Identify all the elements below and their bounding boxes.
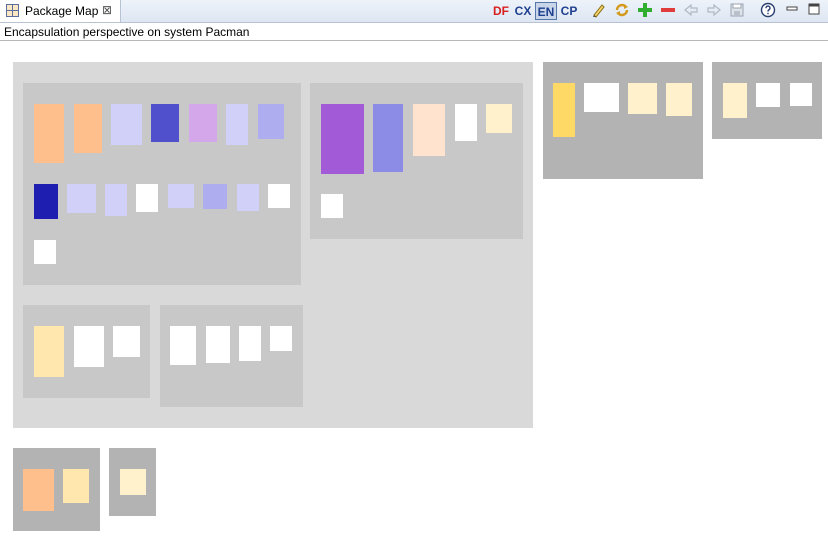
class-box[interactable]	[23, 469, 54, 511]
class-box[interactable]	[34, 240, 56, 264]
view-tab-bar: Package Map ⊠ DF CX EN CP	[0, 0, 828, 23]
class-box[interactable]	[790, 83, 812, 106]
package-pacman-sprite[interactable]	[543, 62, 703, 179]
class-box[interactable]	[170, 326, 196, 365]
pencil-icon[interactable]	[590, 2, 608, 20]
minimize-icon[interactable]	[784, 2, 800, 20]
class-box[interactable]	[628, 83, 657, 114]
class-box[interactable]	[206, 326, 230, 363]
class-box[interactable]	[120, 469, 146, 495]
class-box[interactable]	[373, 104, 403, 172]
class-box[interactable]	[74, 104, 102, 153]
class-box[interactable]	[189, 104, 217, 142]
divider	[0, 40, 828, 41]
package-pacman-view[interactable]	[310, 83, 523, 239]
class-box[interactable]	[67, 184, 96, 213]
class-box[interactable]	[584, 83, 619, 112]
class-box[interactable]	[136, 184, 158, 212]
save-icon[interactable]	[728, 2, 746, 20]
minus-icon[interactable]	[659, 2, 677, 20]
package-pacman-ui[interactable]	[109, 448, 156, 516]
package-pacman-model[interactable]	[23, 83, 301, 285]
package-map-icon	[6, 4, 19, 17]
tab-package-map[interactable]: Package Map ⊠	[0, 0, 121, 22]
class-box[interactable]	[113, 326, 140, 357]
package-pacman-game[interactable]	[13, 448, 100, 531]
class-box[interactable]	[226, 104, 248, 145]
tab-title: Package Map	[25, 4, 99, 18]
plus-icon[interactable]	[636, 2, 654, 20]
help-icon[interactable]	[759, 2, 777, 20]
class-box[interactable]	[239, 326, 261, 361]
class-box[interactable]	[258, 104, 284, 139]
class-box[interactable]	[321, 104, 364, 174]
df-button[interactable]: DF	[492, 2, 510, 20]
class-box[interactable]	[111, 104, 142, 145]
class-box[interactable]	[756, 83, 780, 107]
class-box[interactable]	[723, 83, 747, 118]
class-box[interactable]	[553, 83, 575, 137]
class-box[interactable]	[168, 184, 194, 208]
class-box[interactable]	[268, 184, 290, 208]
class-box[interactable]	[34, 326, 64, 377]
class-box[interactable]	[151, 104, 179, 142]
class-box[interactable]	[63, 469, 89, 503]
cx-button[interactable]: CX	[513, 2, 533, 20]
perspective-subtitle: Encapsulation perspective on system Pacm…	[4, 25, 250, 39]
package-pacman-npc[interactable]	[712, 62, 822, 139]
class-box[interactable]	[203, 184, 227, 209]
class-box[interactable]	[321, 194, 343, 218]
class-box[interactable]	[270, 326, 292, 351]
class-box[interactable]	[34, 184, 58, 219]
class-box[interactable]	[666, 83, 692, 116]
class-box[interactable]	[455, 104, 477, 141]
en-button[interactable]: EN	[535, 2, 557, 20]
class-box[interactable]	[237, 184, 259, 211]
class-box[interactable]	[105, 184, 127, 216]
class-box[interactable]	[74, 326, 104, 367]
back-arrow-icon[interactable]	[682, 2, 700, 20]
cp-button[interactable]: CP	[559, 2, 579, 20]
package-pacman-level[interactable]	[160, 305, 303, 407]
class-box[interactable]	[413, 104, 445, 156]
refresh-icon[interactable]	[613, 2, 631, 20]
package-pacman[interactable]	[13, 62, 533, 428]
close-icon[interactable]: ⊠	[102, 3, 112, 17]
forward-arrow-icon[interactable]	[705, 2, 723, 20]
class-box[interactable]	[486, 104, 512, 133]
maximize-icon[interactable]	[806, 2, 822, 20]
class-box[interactable]	[34, 104, 64, 163]
package-pacman-controller[interactable]	[23, 305, 150, 398]
